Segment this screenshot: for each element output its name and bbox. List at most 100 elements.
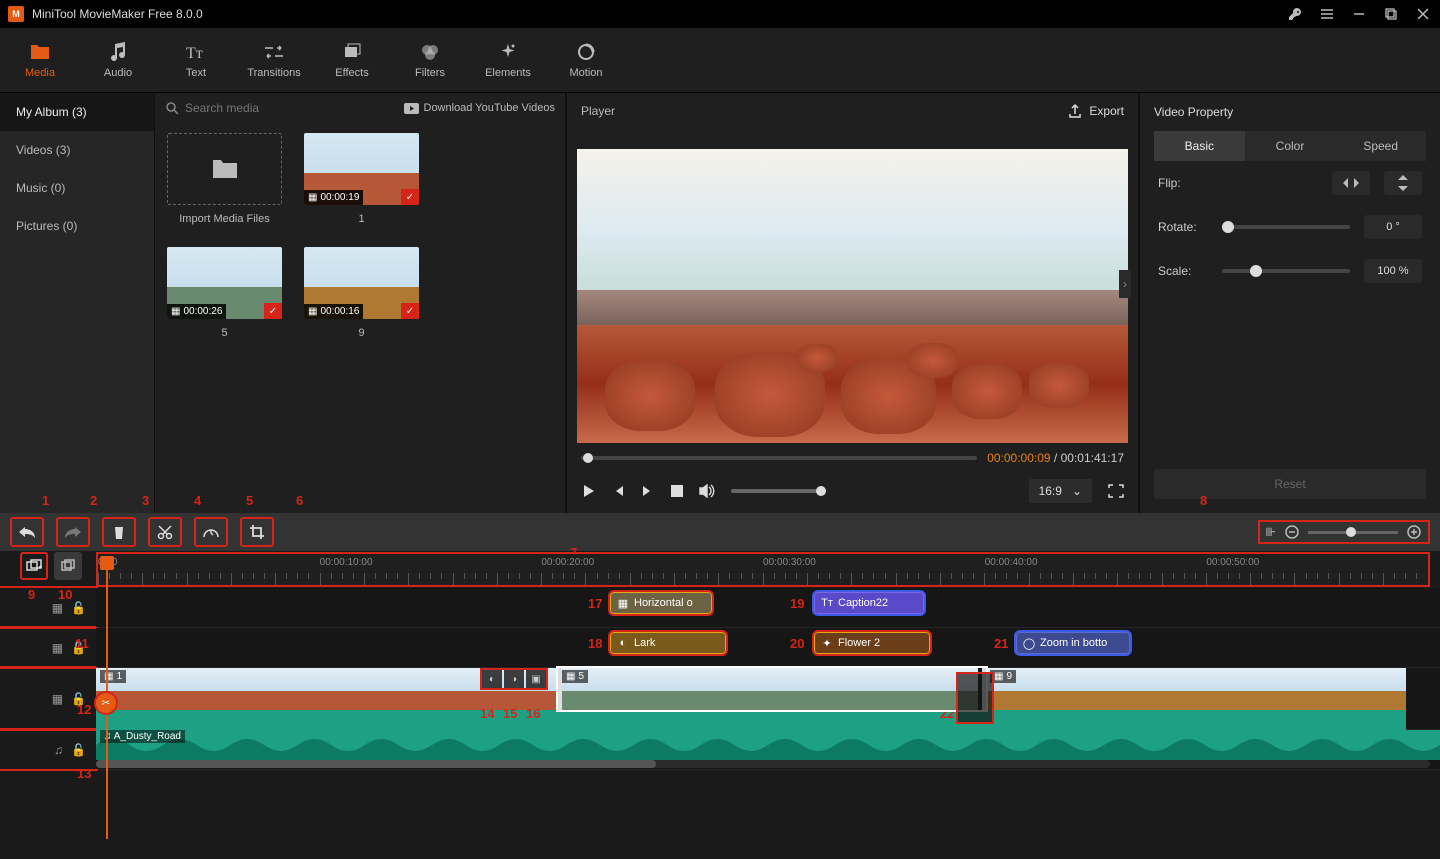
zoom-control: ⊪: [1258, 520, 1430, 544]
clip-zoom-in-bottom[interactable]: ◯ Zoom in botto: [1016, 632, 1130, 654]
lock-icon[interactable]: 🔓: [71, 743, 86, 757]
overlay-effect-icon: ◑: [504, 670, 524, 688]
tab-elements[interactable]: Elements: [483, 41, 533, 79]
timeline-ruler[interactable]: 0:00 00:00:10:00 00:00:20:00 00:00:30:00…: [96, 552, 1430, 587]
close-button[interactable]: [1414, 5, 1432, 23]
reset-button[interactable]: Reset: [1154, 469, 1426, 499]
clip-number: 9: [1006, 671, 1012, 682]
scissor-split-icon[interactable]: ✂: [96, 693, 116, 713]
ruler-label: 0:00: [98, 557, 320, 568]
media-grid: Import Media Files ▦00:00:19 ✓ 1 ▦00:00:…: [155, 123, 565, 349]
track-head-music: ♫ 🔓: [0, 730, 96, 769]
volume-icon[interactable]: [699, 484, 715, 498]
motion-icon: [576, 41, 596, 63]
clip-flower2[interactable]: ✦ Flower 2: [814, 632, 930, 654]
menu-icon[interactable]: [1318, 5, 1336, 23]
proptab-basic[interactable]: Basic: [1154, 131, 1245, 161]
media-clip-9[interactable]: ▦00:00:16 ✓ 9: [304, 247, 419, 339]
proptab-speed[interactable]: Speed: [1335, 131, 1426, 161]
film-icon: ▦: [171, 306, 180, 317]
annotation: 14: [480, 706, 494, 721]
sidebar-item-music[interactable]: Music (0): [0, 169, 154, 207]
search-input[interactable]: [185, 101, 398, 115]
aspect-select[interactable]: 16:9⌄: [1029, 479, 1092, 503]
redo-button[interactable]: [56, 517, 90, 547]
proptab-color[interactable]: Color: [1245, 131, 1336, 161]
tab-text[interactable]: Tт Text: [171, 41, 221, 79]
video-clip-5[interactable]: ▦5: [558, 668, 986, 710]
play-button[interactable]: [581, 484, 595, 498]
tab-motion[interactable]: Motion: [561, 41, 611, 79]
sidebar-item-myalbum[interactable]: My Album (3): [0, 93, 154, 131]
video-preview[interactable]: [577, 149, 1128, 443]
media-clip-5[interactable]: ▦00:00:26 ✓ 5: [167, 247, 282, 339]
zoom-fit-button[interactable]: ⊪: [1266, 525, 1276, 539]
tab-filters[interactable]: Filters: [405, 41, 455, 79]
tab-transitions[interactable]: Transitions: [249, 41, 299, 79]
flip-label: Flip:: [1158, 176, 1208, 190]
lock-icon[interactable]: 🔓: [71, 601, 86, 615]
scale-slider[interactable]: [1222, 269, 1350, 273]
annotation: 5: [246, 493, 253, 508]
annotation: 18: [588, 636, 602, 651]
next-frame-button[interactable]: [641, 484, 655, 498]
volume-slider[interactable]: [731, 489, 826, 493]
zoom-in-button[interactable]: [1406, 524, 1422, 540]
sparkle-icon: [499, 41, 517, 63]
music-clip[interactable]: ♫ A_Dusty_Road: [96, 730, 1440, 760]
tab-audio[interactable]: Audio: [93, 41, 143, 79]
video-clip-9[interactable]: ▦9: [986, 668, 1406, 710]
clip-caption22[interactable]: Tт Caption22: [814, 592, 924, 614]
marker-button[interactable]: [54, 552, 82, 580]
media-clip-1[interactable]: ▦00:00:19 ✓ 1: [304, 133, 419, 225]
maximize-button[interactable]: [1382, 5, 1400, 23]
undo-button[interactable]: [10, 517, 44, 547]
delete-button[interactable]: [102, 517, 136, 547]
text-icon: Tт: [821, 597, 833, 609]
import-media-button[interactable]: Import Media Files: [167, 133, 282, 225]
import-media-label: Import Media Files: [179, 213, 269, 225]
flip-horizontal-button[interactable]: [1332, 171, 1370, 195]
tab-media[interactable]: Media: [15, 41, 65, 79]
clip-horizontal[interactable]: ▦ Horizontal o: [610, 592, 712, 614]
track-head-video-overlay1: ▦ 🔓: [0, 588, 96, 627]
zoom-slider[interactable]: [1308, 531, 1398, 534]
tab-effects[interactable]: Effects: [327, 41, 377, 79]
minimize-button[interactable]: [1350, 5, 1368, 23]
add-track-button[interactable]: [20, 552, 48, 580]
annotation: 3: [142, 493, 149, 508]
download-youtube-link[interactable]: Download YouTube Videos: [404, 102, 556, 114]
export-button[interactable]: Export: [1067, 103, 1124, 119]
sidebar-item-videos[interactable]: Videos (3): [0, 131, 154, 169]
rotate-slider[interactable]: [1222, 225, 1350, 229]
clip-label: Zoom in botto: [1040, 637, 1107, 649]
activate-key-icon[interactable]: [1286, 5, 1304, 23]
sparkle-icon: ✦: [821, 637, 833, 649]
folder-icon: [29, 41, 51, 63]
annotation: 1: [42, 493, 49, 508]
check-icon: ✓: [264, 303, 282, 319]
crop-button[interactable]: [240, 517, 274, 547]
export-label: Export: [1089, 104, 1124, 118]
transition-block[interactable]: [958, 674, 992, 722]
check-icon: ✓: [401, 189, 419, 205]
sidebar-item-pictures[interactable]: Pictures (0): [0, 207, 154, 245]
split-button[interactable]: [148, 517, 182, 547]
horizontal-scrollbar[interactable]: [96, 760, 1430, 768]
ruler-label: 00:00:50:00: [1206, 557, 1428, 568]
music-icon: [109, 41, 127, 63]
stop-button[interactable]: [671, 485, 683, 497]
fullscreen-button[interactable]: [1108, 484, 1124, 498]
zoom-out-button[interactable]: [1284, 524, 1300, 540]
window-buttons: [1286, 5, 1432, 23]
clip-lark[interactable]: ◐ Lark: [610, 632, 726, 654]
flip-vertical-button[interactable]: [1384, 171, 1422, 195]
panel-expand-button[interactable]: ›: [1119, 270, 1131, 298]
scale-value[interactable]: 100 %: [1364, 259, 1422, 283]
rotate-value[interactable]: 0 °: [1364, 215, 1422, 239]
speed-button[interactable]: [194, 517, 228, 547]
scrub-bar[interactable]: [581, 456, 977, 460]
tab-filters-label: Filters: [415, 67, 445, 79]
clip-duration: 00:00:16: [320, 306, 359, 317]
prev-frame-button[interactable]: [611, 484, 625, 498]
